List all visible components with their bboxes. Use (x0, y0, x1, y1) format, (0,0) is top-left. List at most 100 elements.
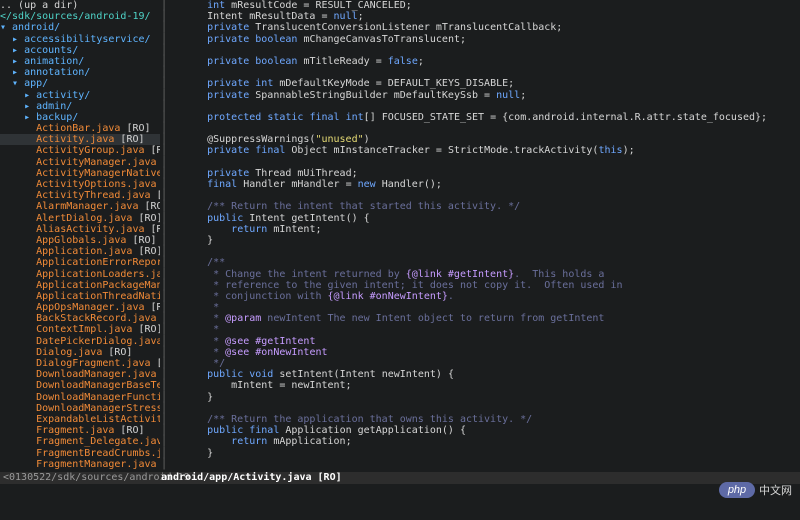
tree-dir-item[interactable]: ▾ app/ (0, 78, 160, 89)
divider-segment: │ (160, 179, 168, 190)
file-tree-sidebar[interactable]: .. (up a dir) </sdk/sources/android-19/▾ … (0, 0, 160, 472)
code-line: } (183, 234, 214, 246)
code-line: private Thread mUiThread; (207, 167, 358, 179)
status-file-path: android/app/Activity.java [RO] (161, 472, 342, 483)
divider-segment: │ (160, 33, 168, 45)
tree-file-item[interactable]: Fragment_Delegate.java [R (0, 436, 160, 447)
divider-segment: │ (160, 324, 168, 336)
divider-segment: │ (160, 234, 168, 246)
tree-file-item[interactable]: ActivityGroup.java [RO] (0, 145, 160, 156)
tree-dir-item[interactable]: ▾ android/ (0, 22, 160, 33)
divider-segment: │ (160, 167, 168, 179)
divider-segment: │ (160, 391, 168, 403)
tree-file-item[interactable]: ActivityThread.java [RO] (0, 190, 160, 201)
tree-file-item[interactable]: DatePickerDialog.java [RO (0, 336, 160, 347)
tree-file-item[interactable]: ApplicationPackageManager (0, 280, 160, 291)
divider-segment: │ (160, 346, 168, 358)
code-line: * @param newIntent The new Intent object… (183, 313, 605, 325)
divider-segment: │ (160, 11, 168, 23)
code-line: * (183, 324, 220, 336)
divider-segment: │ (160, 123, 168, 135)
code-line: * reference to the given intent; it does… (183, 279, 623, 291)
divider-segment: │ (160, 190, 168, 202)
tree-file-item[interactable]: ContextImpl.java [RO] (0, 324, 160, 335)
code-line: } (183, 447, 214, 459)
tree-dir-item[interactable]: ▸ activity/ (0, 90, 160, 101)
divider-segment: │ (160, 413, 168, 425)
divider-segment: │ (160, 335, 168, 347)
tree-file-item[interactable]: ActivityManager.java [RO] (0, 157, 160, 168)
code-line: * @see #getIntent (183, 335, 316, 347)
tree-file-item[interactable]: ActionBar.java [RO] (0, 123, 160, 134)
tree-dir-item[interactable]: ▸ accessibilityservice/ (0, 34, 160, 45)
tree-dir-item[interactable]: ▸ accounts/ (0, 45, 160, 56)
code-line: private TranslucentConversionListener mT… (207, 22, 563, 34)
divider-segment: │ (160, 257, 168, 269)
tree-dir-item[interactable]: </sdk/sources/android-19/ (0, 11, 160, 22)
tree-file-item[interactable]: DownloadManager.java [RO] (0, 369, 160, 380)
tree-file-item[interactable]: ExpandableListActivity.ja (0, 414, 160, 425)
tree-file-item[interactable]: AliasActivity.java [RO] (0, 224, 160, 235)
code-editor[interactable]: int mResultCode = RESULT_CANCELED; Inten… (168, 0, 800, 472)
divider-segment: │ (160, 369, 168, 381)
tree-file-item[interactable]: ActivityOptions.java [RO] (0, 179, 160, 190)
divider-segment: │ (160, 156, 168, 168)
tree-file-item[interactable]: FragmentManager.java [RO] (0, 459, 160, 470)
code-line: return mIntent; (231, 223, 322, 235)
tree-file-item[interactable]: DownloadManagerStressTest (0, 403, 160, 414)
code-line: */ (183, 358, 226, 369)
tree-file-item[interactable]: ApplicationLoaders.java [ (0, 269, 160, 280)
split-divider[interactable]: │ │ │ │ │ │ │ │ │ │ │ │ │ │ │ │ │ │ │ │ │ │ │ │ │ │ │ │ │ │ │ │ │ │ │ │ │ │ │ │… (160, 0, 168, 472)
divider-segment: │ (160, 380, 168, 392)
divider-segment: │ (160, 279, 168, 291)
tree-file-item[interactable]: DialogFragment.java [RO] (0, 358, 160, 369)
tree-file-item[interactable]: FragmentBreadCrumbs.java (0, 448, 160, 459)
divider-segment: │ (160, 290, 168, 302)
divider-segment: │ (160, 246, 168, 258)
tree-dir-item[interactable]: ▸ admin/ (0, 101, 160, 112)
tree-file-item[interactable]: ActivityManagerNative.jav (0, 168, 160, 179)
code-line: private int mDefaultKeyMode = DEFAULT_KE… (207, 78, 515, 90)
tree-file-item[interactable]: ApplicationErrorReport.ja (0, 257, 160, 268)
tree-file-item[interactable]: BackStackRecord.java [RO] (0, 313, 160, 324)
tree-file-item[interactable]: ApplicationThreadNative.j (0, 291, 160, 302)
tree-file-item[interactable]: DownloadManagerBaseTest.j (0, 380, 160, 391)
tree-dir-item[interactable]: ▸ annotation/ (0, 67, 160, 78)
code-line: } (183, 391, 214, 403)
divider-segment: │ (160, 302, 168, 314)
code-line: mIntent = newIntent; (183, 380, 352, 392)
tree-dir-item[interactable]: ▸ animation/ (0, 56, 160, 67)
tree-file-item[interactable]: Application.java [RO] (0, 246, 160, 257)
divider-segment: │ (160, 89, 168, 101)
code-line: private boolean mChangeCanvasToTransluce… (207, 33, 467, 45)
tree-file-item[interactable]: AlarmManager.java [RO] (0, 201, 160, 212)
code-line: Intent mResultData = null; (183, 11, 364, 23)
tree-file-item[interactable]: Fragment.java [RO] (0, 425, 160, 436)
code-line: protected static final int[] FOCUSED_STA… (207, 111, 768, 123)
tree-file-item[interactable]: AlertDialog.java [RO] (0, 213, 160, 224)
divider-segment: │ (160, 447, 168, 459)
code-line: * Change the intent returned by {@link #… (183, 268, 605, 280)
divider-segment: │ (160, 425, 168, 437)
tree-dir-item[interactable]: .. (up a dir) (0, 0, 160, 11)
tree-file-item[interactable]: AppGlobals.java [RO] (0, 235, 160, 246)
divider-segment: │ (160, 55, 168, 67)
tree-file-item[interactable]: Activity.java [RO] (0, 134, 160, 146)
code-line: @SuppressWarnings("unused") (183, 134, 370, 146)
code-line: * conjunction with {@link #onNewIntent}. (183, 290, 454, 302)
code-line: final Handler mHandler = new Handler(); (207, 179, 442, 190)
code-line: * (183, 302, 220, 314)
divider-segment: │ (160, 22, 168, 34)
divider-segment: │ (160, 145, 168, 157)
tree-file-item[interactable]: AppOpsManager.java [RO] (0, 302, 160, 313)
tree-dir-item[interactable]: ▸ backup/ (0, 112, 160, 123)
tree-file-item[interactable]: Dialog.java [RO] (0, 347, 160, 358)
tree-file-item[interactable]: DownloadManagerFunctional (0, 392, 160, 403)
status-bar: <0130522/sdk/sources/android-19 android/… (0, 472, 800, 484)
